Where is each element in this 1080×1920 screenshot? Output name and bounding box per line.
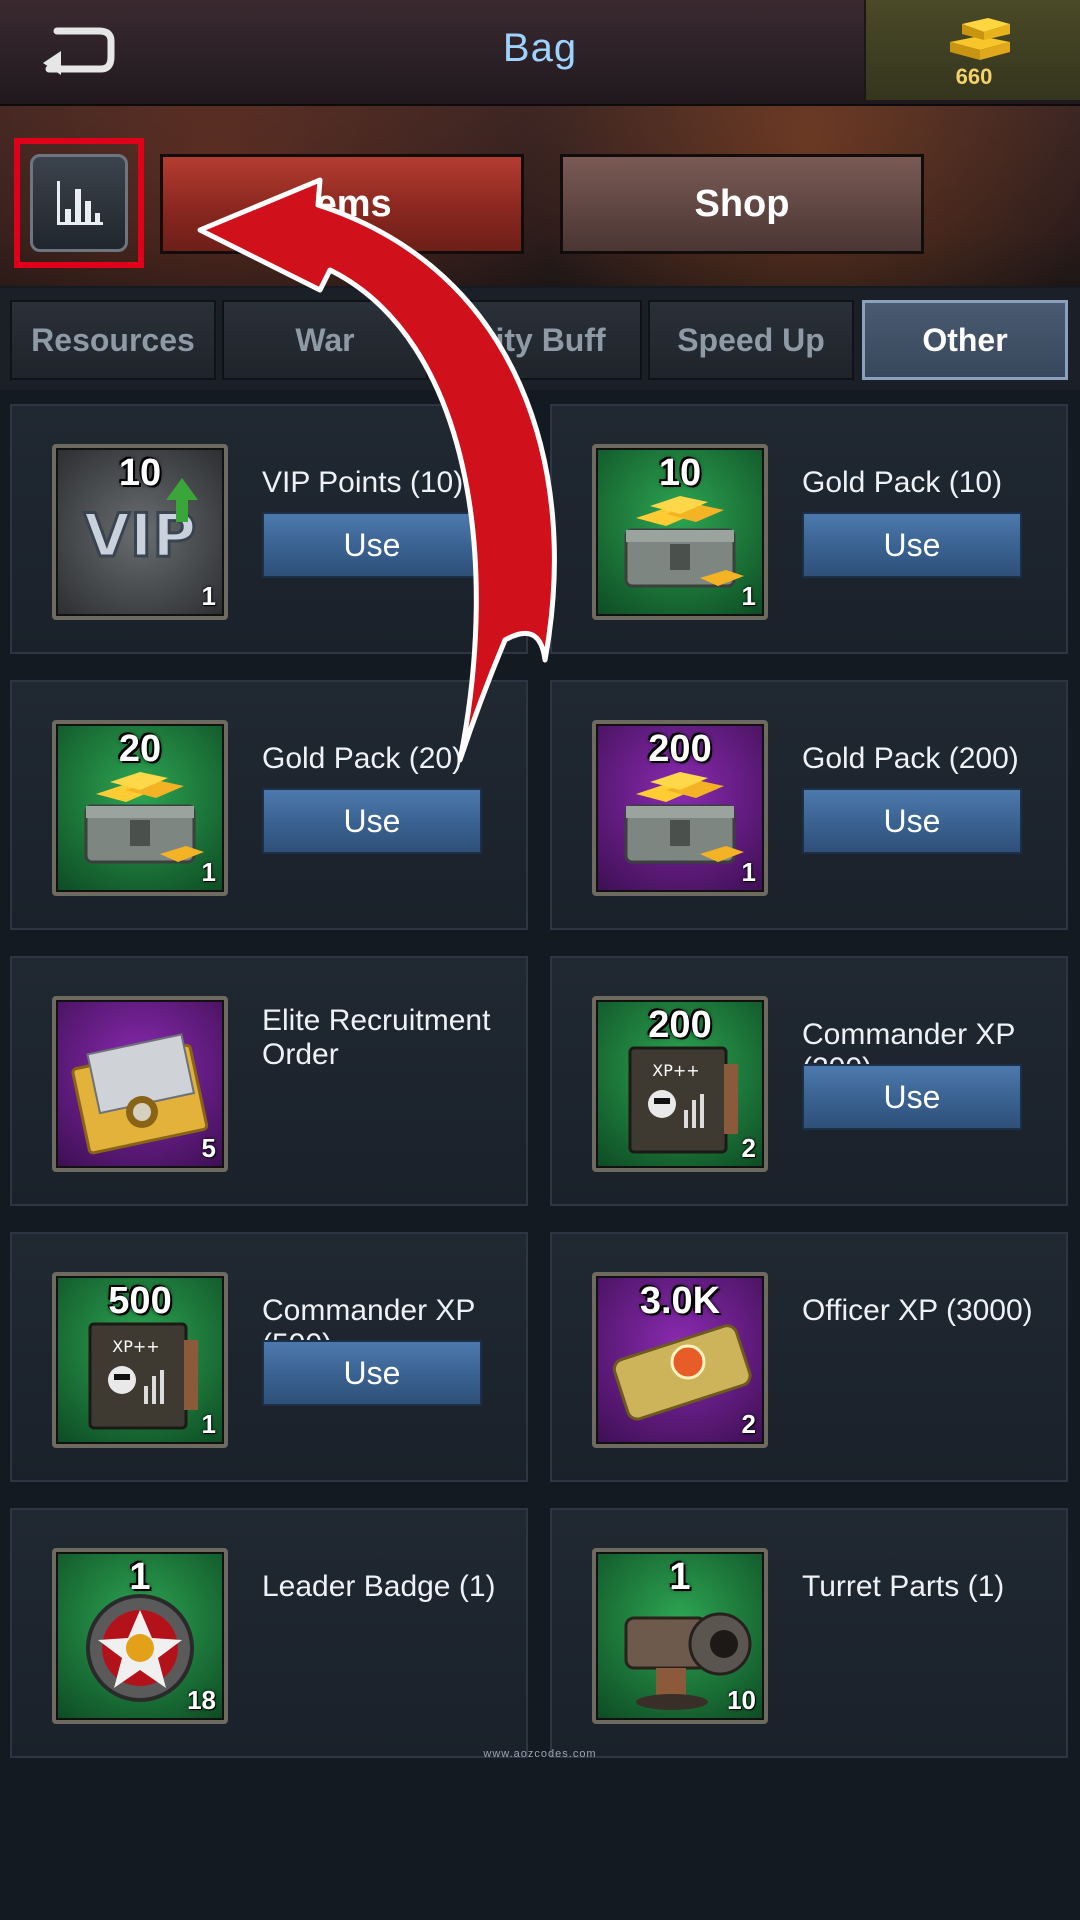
item-icon-frame[interactable]: XP++ 200 2	[592, 996, 768, 1172]
item-value-label: 200	[648, 728, 712, 770]
item-card[interactable]: 1 10 Turret Parts (1)	[550, 1508, 1068, 1758]
item-quantity: 1	[201, 1409, 216, 1439]
use-button[interactable]: Use	[802, 1064, 1022, 1130]
item-card[interactable]: 200 1 Gold Pack (200) Use	[550, 680, 1068, 930]
item-value-label: 1	[129, 1556, 151, 1598]
item-card[interactable]: 20 1 Gold Pack (20) Use	[10, 680, 528, 930]
item-value-label: 200	[648, 1004, 712, 1046]
subtab-other[interactable]: Other	[862, 300, 1068, 380]
stats-button[interactable]	[14, 138, 144, 268]
item-card[interactable]: 10 1 Gold Pack (10) Use	[550, 404, 1068, 654]
item-value-label: 3.0K	[639, 1280, 721, 1322]
item-card[interactable]: 1 18 Leader Badge (1)	[10, 1508, 528, 1758]
subtab-resources[interactable]: Resources	[10, 300, 216, 380]
item-quantity: 18	[187, 1685, 216, 1715]
envelope-icon	[71, 1033, 209, 1155]
stats-button-face	[30, 154, 128, 252]
item-icon-frame[interactable]: 20 1	[52, 720, 228, 896]
item-card[interactable]: 3.0K 2 Officer XP (3000)	[550, 1232, 1068, 1482]
item-icon-frame[interactable]: 10 1	[592, 444, 768, 620]
top-bar: Bag 660	[0, 0, 1080, 107]
item-value-label: 10	[118, 452, 162, 494]
subtab-city-buff[interactable]: City Buff	[436, 300, 642, 380]
subtab-war[interactable]: War	[222, 300, 428, 380]
item-quantity: 1	[741, 857, 756, 887]
item-quantity: 10	[727, 1685, 756, 1715]
item-quantity: 1	[201, 581, 216, 611]
item-icon-frame[interactable]: 1 10	[592, 1548, 768, 1724]
item-icon-frame[interactable]: 1 18	[52, 1548, 228, 1724]
use-button[interactable]: Use	[802, 512, 1022, 578]
watermark: www.aozcodes.com	[483, 1748, 597, 1760]
item-quantity: 1	[201, 857, 216, 887]
gold-bars-icon	[950, 18, 1010, 60]
item-icon-frame[interactable]: 5	[52, 996, 228, 1172]
use-button[interactable]: Use	[802, 788, 1022, 854]
item-value-label: 1	[669, 1556, 691, 1598]
item-icon-frame[interactable]: XP++ 500 1	[52, 1272, 228, 1448]
item-icon-frame[interactable]: VIP 10 1	[52, 444, 228, 620]
item-value-label: 10	[658, 452, 702, 494]
item-name: Gold Pack (10)	[802, 466, 1003, 499]
item-card[interactable]: XP++2002Commander XP (200)Use	[550, 956, 1068, 1206]
item-name: Gold Pack (200)	[802, 742, 1019, 775]
item-name: Officer XP (3000)	[802, 1294, 1033, 1327]
item-name: Gold Pack (20)	[262, 742, 463, 775]
tab-shop[interactable]: Shop	[560, 154, 924, 254]
item-quantity: 5	[201, 1133, 216, 1163]
main-tab-strip: Items Shop	[0, 106, 1080, 286]
svg-text:XP++: XP++	[112, 1337, 159, 1356]
subtab-speed-up[interactable]: Speed Up	[648, 300, 854, 380]
use-button[interactable]: Use	[262, 788, 482, 854]
item-card[interactable]: XP++5001Commander XP (500)Use	[10, 1232, 528, 1482]
item-quantity: 2	[741, 1409, 756, 1439]
gold-amount: 660	[955, 64, 993, 89]
item-quantity: 2	[741, 1133, 756, 1163]
item-name: Elite Recruitment Order	[262, 1004, 491, 1071]
svg-text:XP++: XP++	[652, 1061, 699, 1080]
sub-tab-bar: Resources War City Buff Speed Up Other	[0, 288, 1080, 390]
item-icon-frame[interactable]: 200 1	[592, 720, 768, 896]
item-name: Turret Parts (1)	[802, 1570, 1005, 1603]
use-button[interactable]: Use	[262, 512, 482, 578]
bar-chart-icon	[57, 181, 103, 225]
item-value-label: 20	[118, 728, 162, 770]
item-icon-frame[interactable]: 3.0K 2	[592, 1272, 768, 1448]
item-card[interactable]: VIP 10 1 VIP Points (10) Use	[10, 404, 528, 654]
item-card[interactable]: 5 Elite Recruitment Order	[10, 956, 528, 1206]
gold-balance[interactable]: 660	[864, 0, 1080, 100]
item-quantity: 1	[741, 581, 756, 611]
item-value-label: 500	[108, 1280, 172, 1322]
item-name: Leader Badge (1)	[262, 1570, 496, 1603]
use-button[interactable]: Use	[262, 1340, 482, 1406]
item-name: VIP Points (10)	[262, 466, 464, 499]
tab-items[interactable]: Items	[160, 154, 524, 254]
